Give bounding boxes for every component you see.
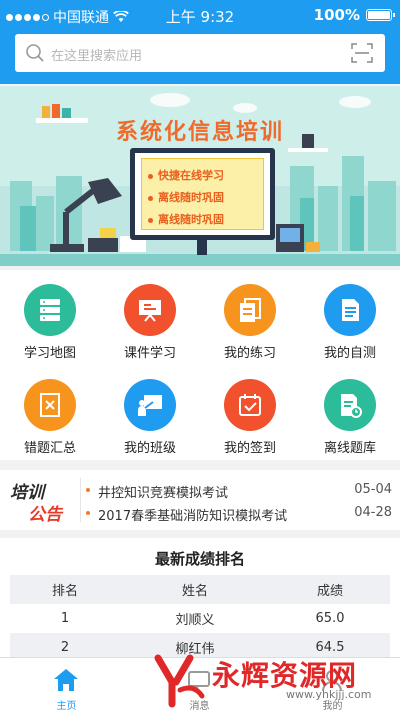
- search-input[interactable]: 在这里搜索应用: [51, 45, 142, 64]
- search-icon: [26, 44, 44, 62]
- ranking-title: 最新成绩排名: [154, 550, 245, 568]
- tab-label: 主页: [56, 701, 77, 711]
- score-cell: 65.0: [315, 611, 345, 626]
- grid-item-label: 错题汇总: [23, 441, 76, 456]
- banner-point: 离线随时巩固: [148, 187, 263, 209]
- banner-points-panel: 快捷在线学习 离线随时巩固 离线随时巩固: [141, 158, 264, 230]
- training-notice: 培训 公告 井控知识竞赛模拟考试 05-04 2017春季基础消防知识模拟考试 …: [0, 470, 400, 530]
- banner-point: 快捷在线学习: [148, 165, 263, 187]
- notice-date: 04-28: [354, 505, 392, 520]
- battery-status: 100%: [313, 6, 395, 24]
- notice-date: 05-04: [354, 482, 392, 497]
- grid-item-label: 我的签到: [223, 441, 276, 456]
- grid-item-offline-bank[interactable]: 离线题库: [300, 365, 400, 460]
- stack-icon: [24, 284, 76, 336]
- promo-banner[interactable]: 系统化信息培训 快捷在线学习 离线随时巩固 离线随时巩固: [0, 86, 400, 266]
- scan-icon[interactable]: [351, 43, 373, 63]
- bullet-dot: [86, 511, 90, 515]
- notice-badge: 培训 公告: [8, 478, 78, 525]
- battery-icon: [366, 9, 395, 21]
- banner-point: 离线随时巩固: [148, 209, 263, 231]
- notice-badge-bottom: 公告: [28, 505, 62, 525]
- feature-grid: 学习地图 课件学习 我的练习 我的自测 错题汇总 我的班级 我的签到 离线题库: [0, 270, 400, 460]
- column-header: 排名: [10, 575, 120, 604]
- watermark-url: www.yhkjjj.com: [286, 688, 372, 701]
- monitor-stand: [197, 240, 207, 255]
- wrong-book-icon: [24, 379, 76, 431]
- score-ranking: 最新成绩排名 排名 姓名 成绩 1 刘顺义 65.0 2 柳红伟 64.5: [0, 538, 400, 662]
- divider: [80, 478, 81, 522]
- presentation-icon: [124, 284, 176, 336]
- calendar-check-icon: [224, 379, 276, 431]
- notice-item[interactable]: 井控知识竞赛模拟考试 05-04: [86, 480, 392, 502]
- grid-item-label: 我的班级: [123, 441, 176, 456]
- documents-icon: [224, 284, 276, 336]
- notice-item[interactable]: 2017春季基础消防知识模拟考试 04-28: [86, 503, 392, 525]
- battery-percent: 100%: [313, 6, 360, 24]
- grid-item-study-map[interactable]: 学习地图: [0, 270, 100, 365]
- grid-item-self-test[interactable]: 我的自测: [300, 270, 400, 365]
- classroom-icon: [124, 379, 176, 431]
- home-icon: [54, 669, 78, 691]
- table-row: 1 刘顺义 65.0: [10, 604, 390, 633]
- name-cell: 刘顺义: [175, 613, 215, 628]
- notice-title: 井控知识竞赛模拟考试: [98, 486, 229, 501]
- offline-doc-icon: [324, 379, 376, 431]
- ranking-table: 排名 姓名 成绩 1 刘顺义 65.0 2 柳红伟 64.5: [10, 575, 390, 662]
- rank-cell: 1: [60, 611, 70, 626]
- status-bar: 中国联通 上午 9:32 100%: [0, 0, 400, 30]
- grid-item-label: 我的练习: [223, 346, 276, 361]
- grid-item-wrong-questions[interactable]: 错题汇总: [0, 365, 100, 460]
- grid-item-my-check-in[interactable]: 我的签到: [200, 365, 300, 460]
- bullet-dot: [86, 488, 90, 492]
- watermark: 永辉资源网 www.yhkjjj.com: [150, 652, 400, 710]
- tab-home[interactable]: 主页: [0, 658, 133, 711]
- watermark-logo-icon: [154, 654, 205, 708]
- column-header: 姓名: [120, 575, 270, 604]
- column-header: 成绩: [270, 575, 390, 604]
- grid-item-label: 离线题库: [323, 441, 376, 456]
- grid-item-label: 学习地图: [23, 346, 76, 361]
- grid-item-label: 我的自测: [323, 346, 376, 361]
- banner-monitor: 快捷在线学习 离线随时巩固 离线随时巩固: [130, 148, 275, 255]
- notice-title: 2017春季基础消防知识模拟考试: [98, 509, 288, 524]
- app-header: 中国联通 上午 9:32 100% 在这里搜索应用: [0, 0, 400, 84]
- grid-item-courseware[interactable]: 课件学习: [100, 270, 200, 365]
- grid-item-label: 课件学习: [123, 346, 176, 361]
- banner-title: 系统化信息培训: [115, 120, 284, 145]
- table-header-row: 排名 姓名 成绩: [10, 575, 390, 604]
- grid-item-my-class[interactable]: 我的班级: [100, 365, 200, 460]
- search-bar[interactable]: 在这里搜索应用: [15, 34, 385, 72]
- document-icon: [324, 284, 376, 336]
- grid-item-my-practice[interactable]: 我的练习: [200, 270, 300, 365]
